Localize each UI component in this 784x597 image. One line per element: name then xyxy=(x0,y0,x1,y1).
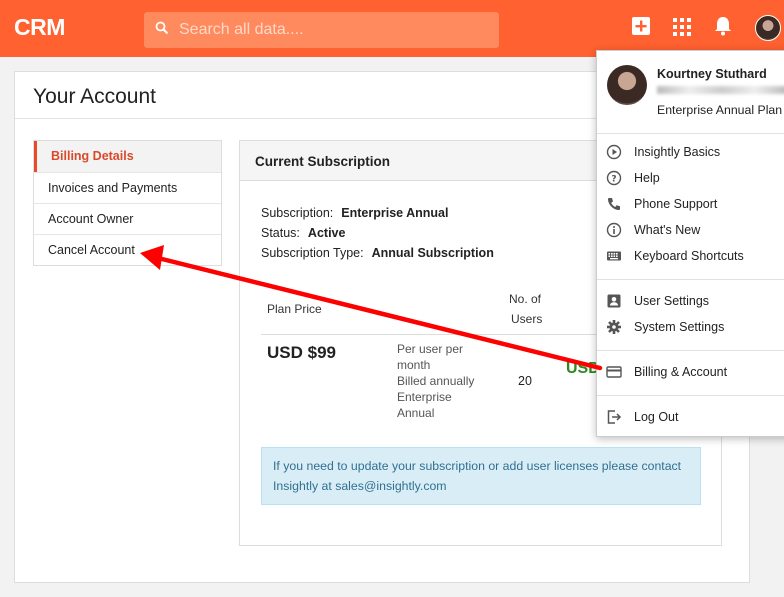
annotation-arrow xyxy=(140,245,603,371)
